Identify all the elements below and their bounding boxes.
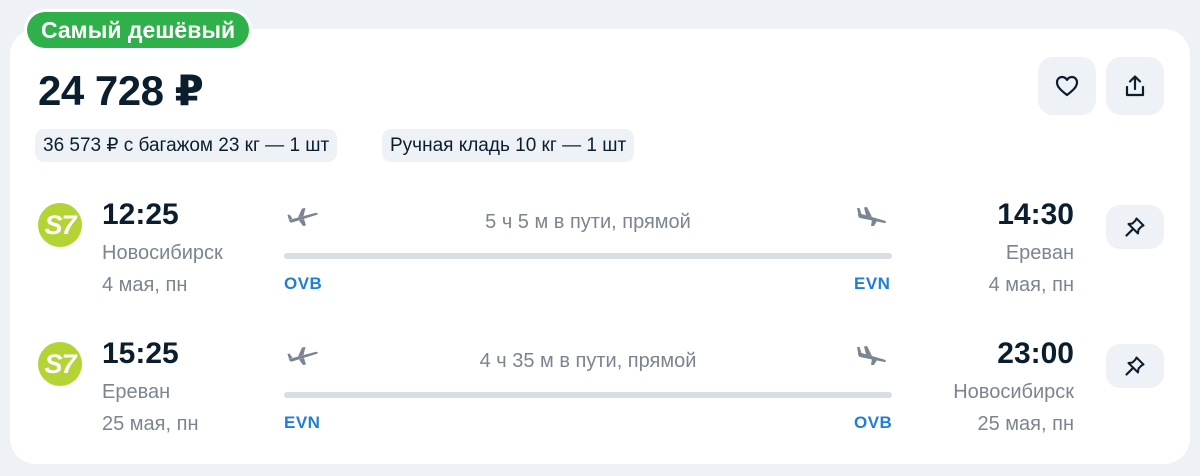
departure-date: 25 мая, пн <box>102 413 199 435</box>
baggage-option-chip[interactable]: 36 573 ₽ с багажом 23 кг — 1 шт <box>35 129 338 162</box>
pin-segment-button[interactable] <box>1106 205 1164 249</box>
share-button[interactable] <box>1106 57 1164 115</box>
arrival-city: Новосибирск <box>953 381 1074 403</box>
pin-icon <box>1125 217 1145 237</box>
departure-city: Новосибирск <box>102 242 223 264</box>
flight-segment-outbound[interactable]: S7 12:25 Новосибирск 4 мая, пн 5 ч 5 м в… <box>0 198 1200 328</box>
departure-time: 12:25 <box>102 198 179 231</box>
airline-logo: S7 <box>38 342 82 386</box>
arrival-time: 23:00 <box>997 337 1074 370</box>
route-track <box>284 253 892 259</box>
arrival-city: Ереван <box>1005 242 1074 264</box>
heart-icon <box>1055 75 1079 97</box>
pin-icon <box>1125 356 1145 376</box>
pin-segment-button[interactable] <box>1106 344 1164 388</box>
landing-icon <box>857 207 886 226</box>
flight-duration: 4 ч 35 м в пути, прямой <box>479 350 697 372</box>
departure-airport-code: OVB <box>284 274 323 293</box>
hand-luggage-chip: Ручная кладь 10 кг — 1 шт <box>382 129 635 162</box>
departure-date: 4 мая, пн <box>102 274 188 296</box>
arrival-airport-code: OVB <box>854 413 893 432</box>
arrival-airport-code: EVN <box>854 274 891 293</box>
favorite-button[interactable] <box>1038 57 1096 115</box>
arrival-time: 14:30 <box>997 198 1074 231</box>
cheapest-badge: Самый дешёвый <box>27 12 250 48</box>
departure-city: Ереван <box>102 381 171 403</box>
arrival-date: 25 мая, пн <box>977 413 1075 435</box>
arrival-date: 4 мая, пн <box>988 274 1074 296</box>
flight-duration: 5 ч 5 м в пути, прямой <box>485 211 691 233</box>
share-icon <box>1125 75 1145 97</box>
departure-airport-code: EVN <box>284 413 321 432</box>
offer-price: 24 728 ₽ <box>38 67 204 114</box>
airline-logo: S7 <box>38 203 82 247</box>
landing-icon <box>857 346 886 365</box>
route-track <box>284 392 892 398</box>
departure-time: 15:25 <box>102 337 179 370</box>
flight-segment-return[interactable]: S7 15:25 Ереван 25 мая, пн 4 ч 35 м в пу… <box>0 337 1200 467</box>
